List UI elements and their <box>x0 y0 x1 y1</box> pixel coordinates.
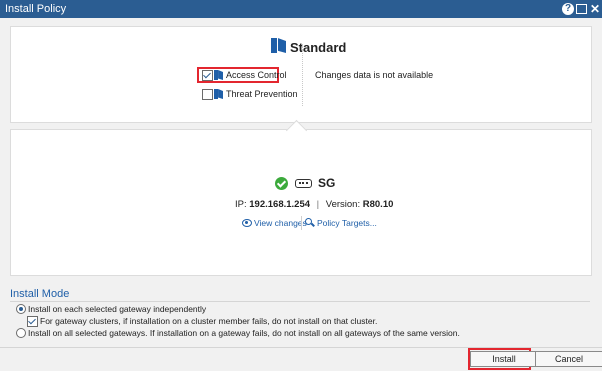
install-all-radio[interactable] <box>16 328 26 338</box>
install-mode-title: Install Mode <box>10 288 70 300</box>
info-separator: | <box>316 199 320 210</box>
help-icon[interactable]: ? <box>562 3 574 15</box>
cluster-fail-label: For gateway clusters, if installation on… <box>40 316 378 326</box>
install-independently-label: Install on each selected gateway indepen… <box>28 304 207 314</box>
access-control-icon <box>214 70 223 80</box>
policy-book-icon <box>271 38 286 53</box>
policy-targets-link[interactable]: Policy Targets... <box>317 218 377 228</box>
install-independently-radio[interactable] <box>16 304 26 314</box>
install-mode-divider <box>10 301 590 302</box>
close-icon[interactable]: ✕ <box>589 3 601 15</box>
title-bar: Install Policy ? ✕ <box>0 0 602 18</box>
install-button[interactable]: Install <box>470 351 538 367</box>
gateway-name: SG <box>318 176 336 190</box>
install-all-label: Install on all selected gateways. If ins… <box>28 328 460 338</box>
maximize-icon[interactable] <box>576 4 587 14</box>
gateway-info: IP: 192.168.1.254 | Version: R80.10 <box>235 199 393 210</box>
cancel-button[interactable]: Cancel <box>535 351 602 367</box>
ip-value: 192.168.1.254 <box>249 199 311 210</box>
threat-prevention-label: Threat Prevention <box>226 89 298 99</box>
threat-prevention-checkbox[interactable] <box>202 89 213 100</box>
gateway-icon <box>295 179 312 188</box>
window-title: Install Policy <box>5 3 67 15</box>
links-divider <box>301 216 302 230</box>
changes-status-text: Changes data is not available <box>315 70 434 80</box>
policy-targets-icon[interactable] <box>305 218 314 227</box>
threat-prevention-icon <box>214 89 223 99</box>
access-control-label: Access Control <box>226 70 287 80</box>
version-value: R80.10 <box>362 199 394 210</box>
version-label: Version: <box>325 199 361 210</box>
policy-name: Standard <box>290 40 347 55</box>
cluster-fail-checkbox[interactable] <box>27 316 38 327</box>
success-check-icon <box>275 177 288 190</box>
policy-divider <box>302 44 303 106</box>
ip-label: IP: <box>235 199 247 210</box>
view-changes-link[interactable]: View changes <box>254 218 307 228</box>
eye-icon[interactable] <box>242 219 252 227</box>
access-control-checkbox[interactable] <box>202 70 213 81</box>
